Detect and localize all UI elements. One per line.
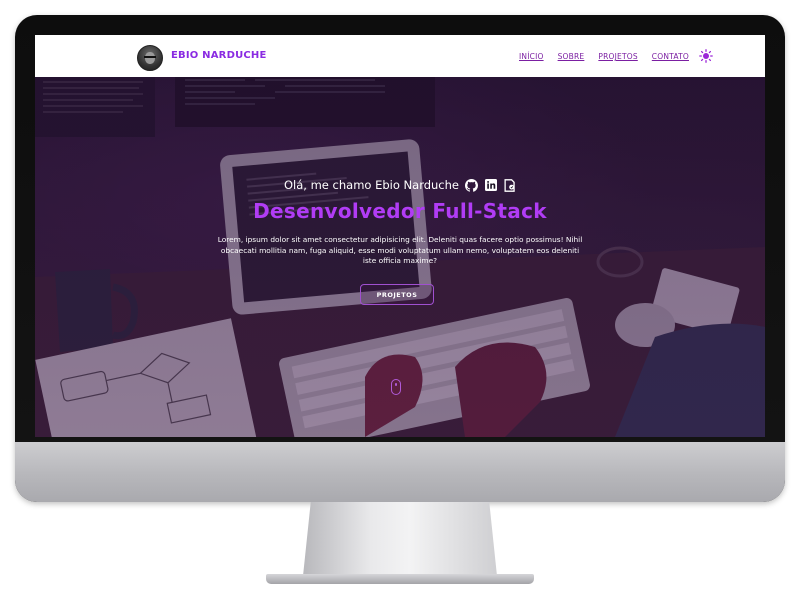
github-icon[interactable]	[465, 178, 478, 192]
monitor-chin	[15, 442, 785, 502]
navbar: EBIO NARDUCHE INÍCIO SOBRE PROJETOS CONT…	[35, 35, 765, 77]
hero-description: Lorem, ipsum dolor sit amet consectetur …	[217, 235, 583, 265]
resume-icon[interactable]	[503, 178, 516, 192]
nav-links: INÍCIO SOBRE PROJETOS CONTATO	[519, 52, 689, 61]
linkedin-icon[interactable]	[484, 179, 497, 192]
greeting-text: Olá, me chamo Ebio Narduche	[284, 178, 459, 192]
nav-link-sobre[interactable]: SOBRE	[558, 52, 585, 61]
nav-link-projetos[interactable]: PROJETOS	[598, 52, 637, 61]
avatar	[137, 45, 163, 71]
sun-icon[interactable]	[699, 49, 713, 63]
scroll-mouse-icon[interactable]	[391, 379, 401, 395]
hero-content: Olá, me chamo Ebio Narduche Desenvolvedo…	[35, 77, 765, 437]
brand-name[interactable]: EBIO NARDUCHE	[171, 50, 267, 61]
hero-greeting: Olá, me chamo Ebio Narduche	[35, 178, 765, 192]
monitor-stand	[303, 502, 497, 576]
role-title: Desenvolvedor Full-Stack	[253, 199, 547, 223]
hero-section: Olá, me chamo Ebio Narduche Desenvolvedo…	[35, 77, 765, 437]
nav-link-contato[interactable]: CONTATO	[652, 52, 689, 61]
projects-button[interactable]: PROJETOS	[360, 284, 434, 305]
browser-viewport: Olá, me chamo Ebio Narduche Desenvolvedo…	[35, 35, 765, 437]
monitor-base	[266, 574, 534, 584]
monitor-frame: Olá, me chamo Ebio Narduche Desenvolvedo…	[15, 15, 785, 502]
nav-link-inicio[interactable]: INÍCIO	[519, 52, 544, 61]
